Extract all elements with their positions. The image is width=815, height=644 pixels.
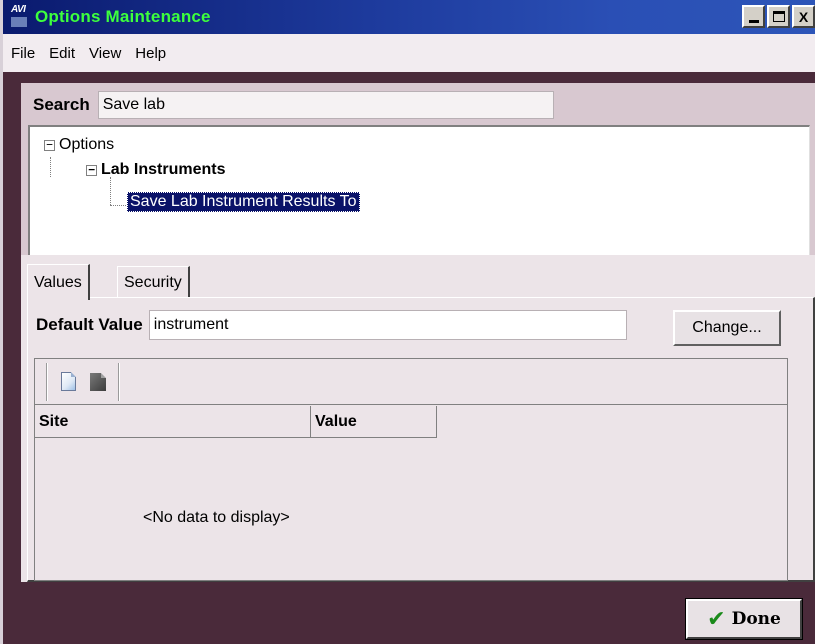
collapse-icon[interactable]: − xyxy=(86,164,97,176)
tab-values[interactable]: Values xyxy=(27,264,90,300)
new-row-button[interactable] xyxy=(56,369,80,395)
close-icon: X xyxy=(798,8,809,25)
search-row: Search xyxy=(33,91,554,119)
title-bar[interactable]: AVI Options Maintenance X xyxy=(3,0,815,34)
window-controls: X xyxy=(740,5,815,28)
done-label: Done xyxy=(731,609,781,629)
menu-help[interactable]: Help xyxy=(127,45,172,62)
tabs-panel: Values Security Default Value Change... xyxy=(21,255,815,582)
values-tab-body: Default Value Change... Site Va xyxy=(27,297,815,582)
options-tree[interactable]: − Options − Lab Instruments Save Lab Ins… xyxy=(28,125,810,255)
menu-file[interactable]: File xyxy=(3,45,41,62)
maximize-button[interactable] xyxy=(767,5,790,28)
options-panel: Search − Options − Lab Instruments Save … xyxy=(21,83,815,255)
window-title: Options Maintenance xyxy=(35,7,211,26)
column-header-value[interactable]: Value xyxy=(311,406,437,438)
tree-node-label: Options xyxy=(59,136,115,153)
new-document-icon xyxy=(60,372,76,391)
toolbar-separator xyxy=(118,362,120,401)
toolbar-separator xyxy=(46,362,48,401)
minimize-icon xyxy=(748,20,759,23)
column-header-site[interactable]: Site xyxy=(35,406,311,438)
app-logo-icon: AVI xyxy=(11,3,31,31)
tree-node-label-selected: Save Lab Instrument Results To xyxy=(127,192,360,212)
options-maintenance-window: AVI Options Maintenance X File Edit View… xyxy=(0,0,815,644)
menu-bar: File Edit View Help xyxy=(3,34,815,72)
search-label: Search xyxy=(33,95,90,114)
delete-row-button[interactable] xyxy=(86,369,110,395)
tab-label: Values xyxy=(34,273,82,291)
minimize-button[interactable] xyxy=(742,5,765,28)
menu-view[interactable]: View xyxy=(81,45,127,62)
empty-grid-message: <No data to display> xyxy=(143,509,290,526)
checkmark-icon: ✔ xyxy=(707,606,726,632)
tree-node-lab-instruments[interactable]: − Lab Instruments xyxy=(86,161,225,179)
maximize-icon xyxy=(772,11,785,22)
default-value-label: Default Value xyxy=(36,315,143,334)
close-button[interactable]: X xyxy=(792,5,815,28)
done-button[interactable]: ✔ Done xyxy=(685,598,803,640)
tree-node-label: Lab Instruments xyxy=(101,161,226,178)
tree-node-options[interactable]: − Options xyxy=(44,136,114,154)
collapse-icon[interactable]: − xyxy=(44,139,55,151)
tree-node-save-lab-results[interactable]: Save Lab Instrument Results To xyxy=(127,192,360,212)
grid-toolbar xyxy=(35,359,787,405)
menu-edit[interactable]: Edit xyxy=(41,45,81,62)
tab-security[interactable]: Security xyxy=(117,266,190,298)
default-value-row: Default Value xyxy=(36,310,627,340)
grid-header: Site Value xyxy=(35,406,437,438)
site-values-grid: Site Value <No data to display> xyxy=(34,358,788,581)
search-input[interactable] xyxy=(97,91,554,119)
dark-document-icon xyxy=(90,372,106,391)
tab-label: Security xyxy=(124,273,182,291)
default-value-input[interactable] xyxy=(148,310,627,340)
change-button[interactable]: Change... xyxy=(673,310,781,346)
